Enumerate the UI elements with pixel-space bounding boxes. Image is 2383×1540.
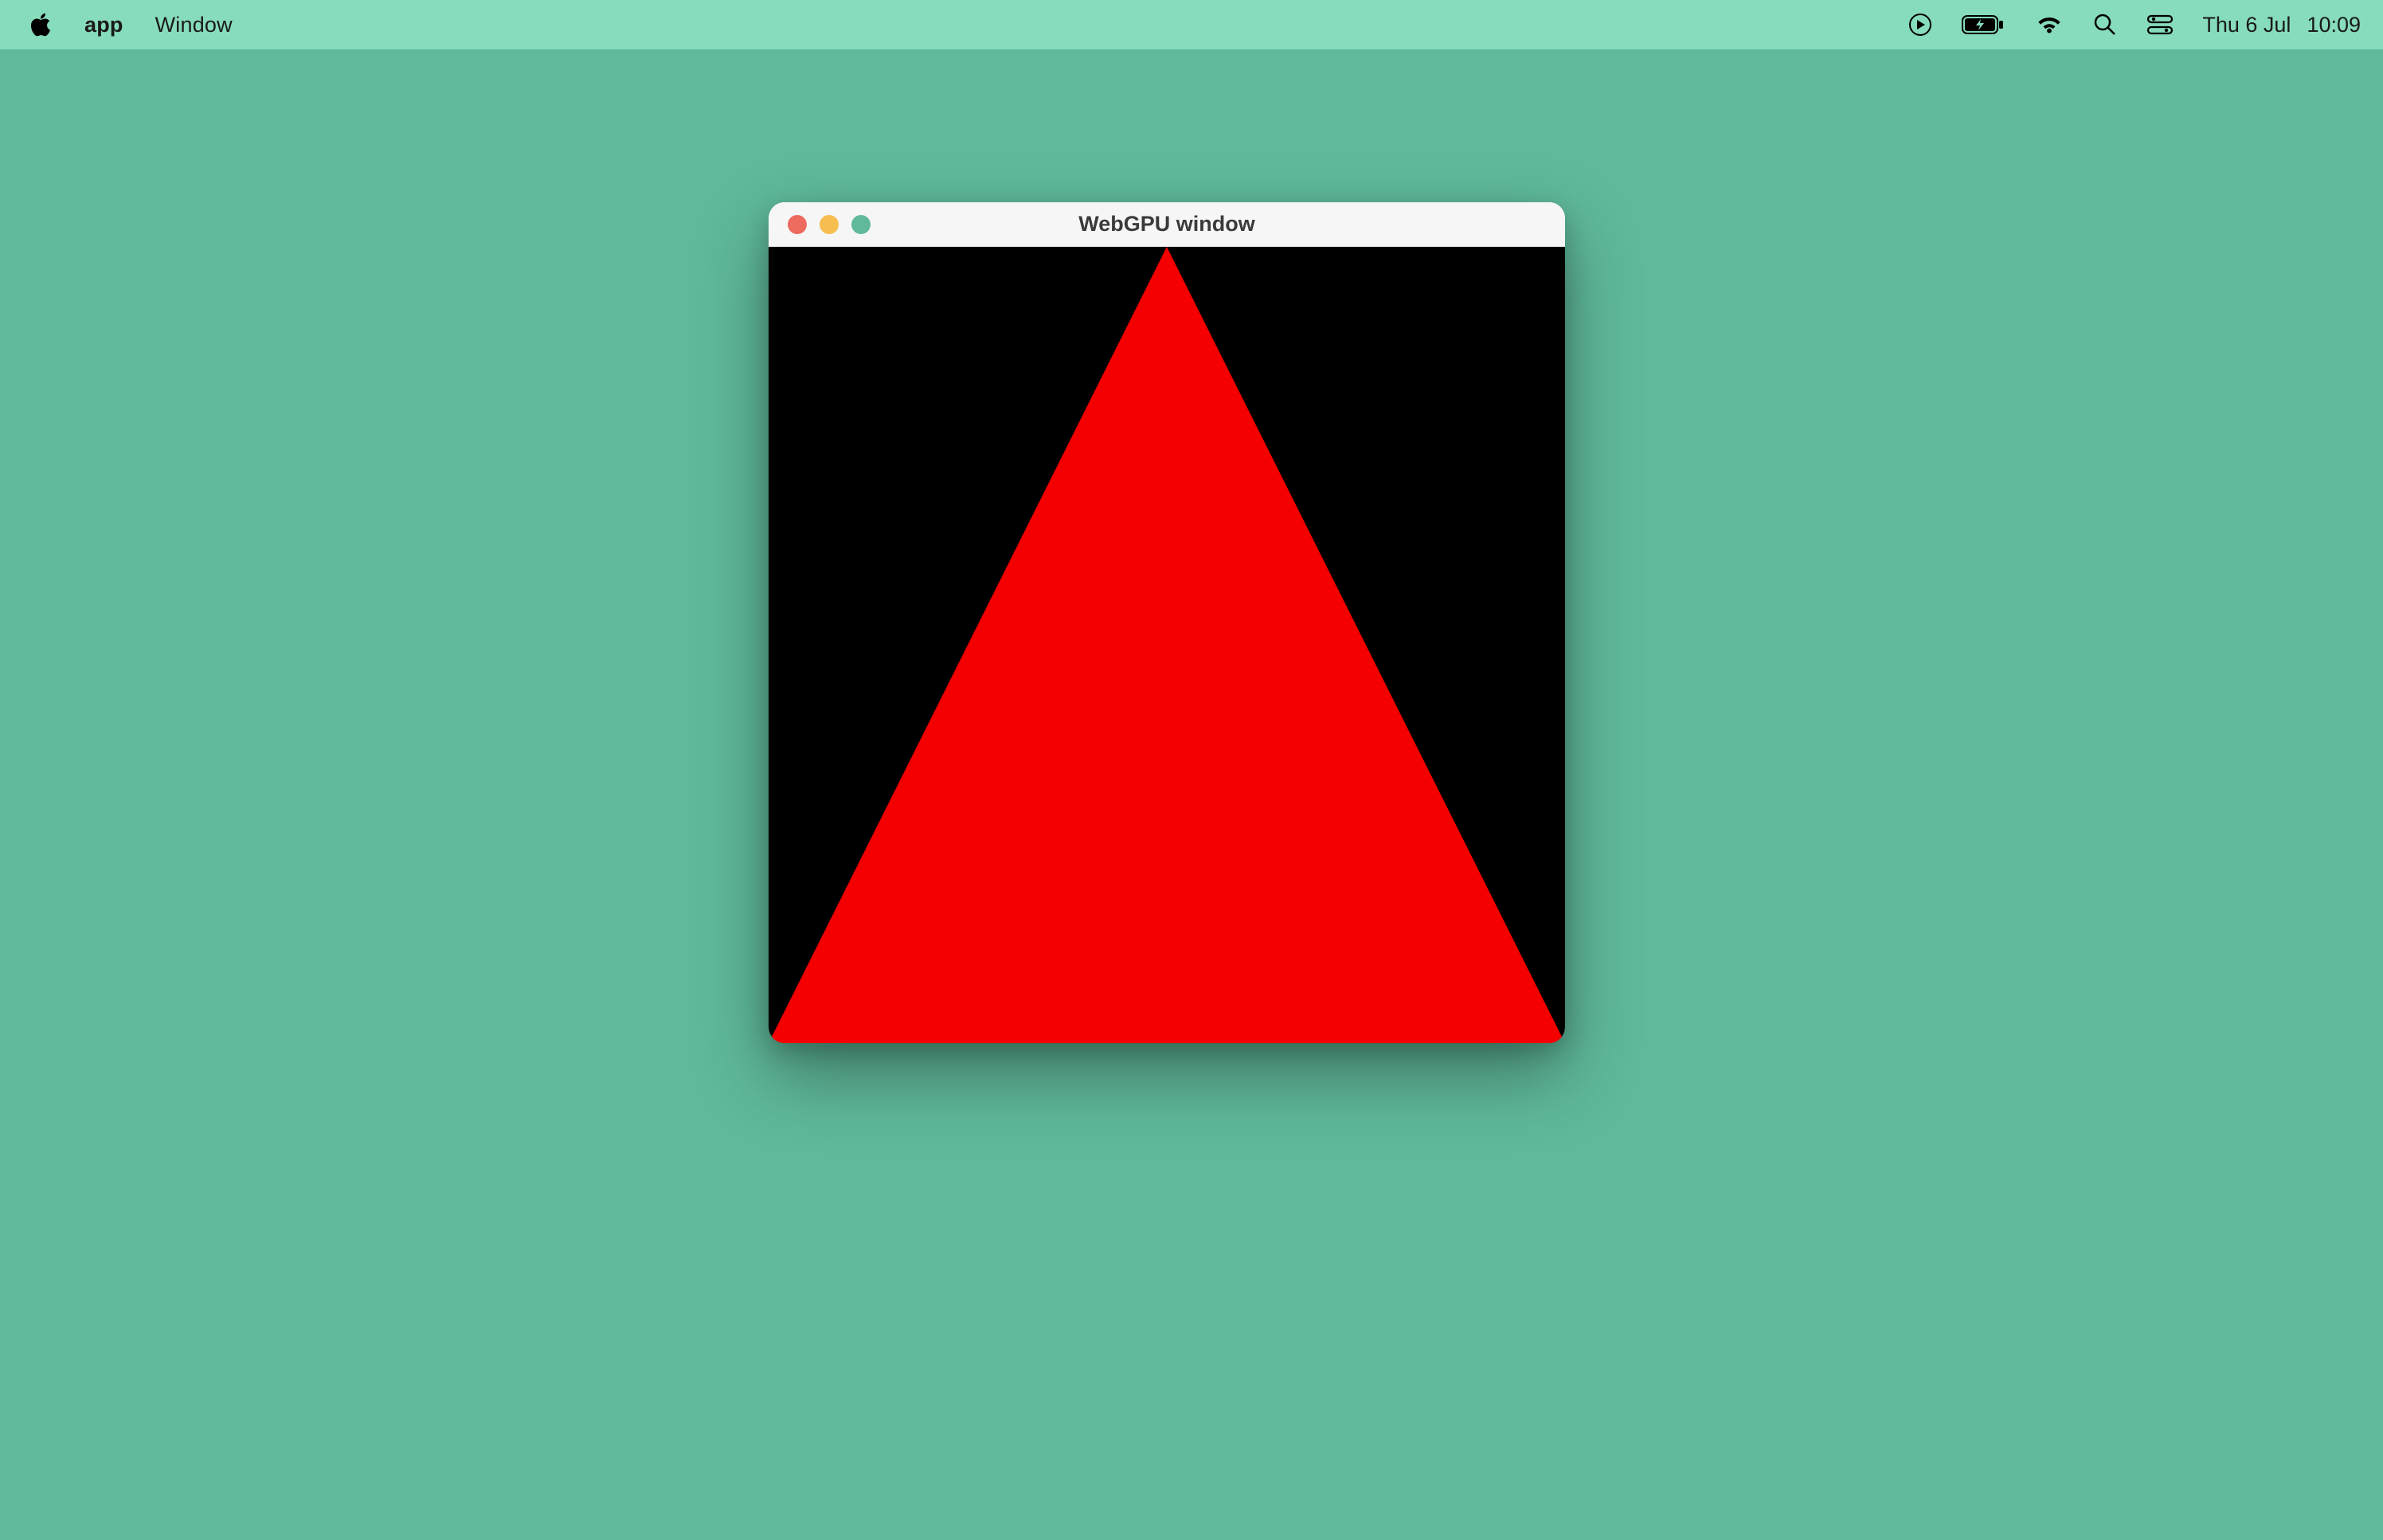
date-time[interactable]: Thu 6 Jul 10:09: [2202, 13, 2361, 37]
spotlight-icon[interactable]: [2092, 12, 2118, 37]
wifi-icon[interactable]: [2035, 14, 2064, 36]
window-title: WebGPU window: [769, 212, 1565, 236]
app-window[interactable]: WebGPU window: [769, 202, 1565, 1043]
time-label: 10:09: [2307, 13, 2361, 37]
app-name-menu[interactable]: app: [84, 13, 123, 37]
window-titlebar[interactable]: WebGPU window: [769, 202, 1565, 247]
red-triangle: [769, 247, 1565, 1043]
menubar-left: app Window: [29, 11, 233, 38]
traffic-lights: [788, 215, 871, 234]
minimize-button[interactable]: [820, 215, 839, 234]
menubar-right: Thu 6 Jul 10:09: [1908, 12, 2361, 37]
apple-menu-icon[interactable]: [29, 11, 53, 38]
maximize-button[interactable]: [851, 215, 871, 234]
control-center-icon[interactable]: [2146, 14, 2174, 36]
close-button[interactable]: [788, 215, 807, 234]
date-label: Thu 6 Jul: [2202, 13, 2291, 37]
battery-icon[interactable]: [1962, 14, 2006, 36]
window-menu[interactable]: Window: [155, 13, 233, 37]
screen-mirroring-icon[interactable]: [1908, 12, 1933, 37]
menubar: app Window: [0, 0, 2383, 49]
window-content: [769, 247, 1565, 1043]
